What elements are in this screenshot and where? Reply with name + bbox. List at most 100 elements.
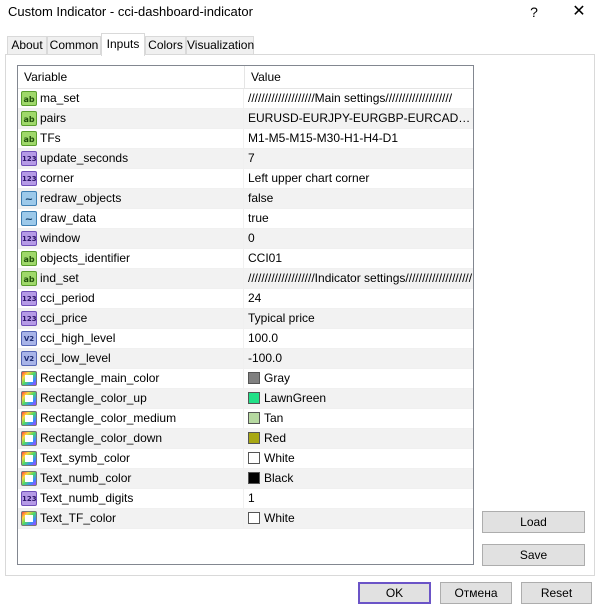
value-text: 24 <box>248 291 262 305</box>
value-text: 100.0 <box>248 331 279 345</box>
string-type-icon: ab <box>21 111 37 126</box>
value-text: ////////////////////Main settings///////… <box>248 91 453 105</box>
color-swatch[interactable] <box>248 392 260 404</box>
tab-common[interactable]: Common <box>47 36 101 55</box>
variable-name: redraw_objects <box>40 191 122 205</box>
value-cell[interactable]: White <box>245 449 473 469</box>
integer-type-icon: 123 <box>21 291 37 306</box>
grid-row[interactable]: ab TFs M1-M5-M15-M30-H1-H4-D1 <box>18 129 473 149</box>
color-swatch[interactable] <box>248 452 260 464</box>
value-cell[interactable]: 24 <box>245 289 473 309</box>
color-swatch[interactable] <box>248 472 260 484</box>
grid-row[interactable]: V2 cci_high_level 100.0 <box>18 329 473 349</box>
load-button[interactable]: Load <box>482 511 585 533</box>
value-cell[interactable]: Gray <box>245 369 473 389</box>
variable-cell: 123 cci_price <box>18 309 244 329</box>
integer-type-icon: 123 <box>21 311 37 326</box>
value-text: White <box>264 451 295 465</box>
grid-row[interactable]: 123 corner Left upper chart corner <box>18 169 473 189</box>
variable-name: cci_period <box>40 291 95 305</box>
value-text: Tan <box>264 411 284 425</box>
grid-row[interactable]: ~ draw_data true <box>18 209 473 229</box>
close-icon[interactable]: ✕ <box>559 0 599 24</box>
grid-row[interactable]: Text_TF_color White <box>18 509 473 529</box>
value-cell[interactable]: 7 <box>245 149 473 169</box>
color-swatch[interactable] <box>248 512 260 524</box>
inputs-grid: Variable Value ab ma_set /////////////////… <box>17 65 474 565</box>
column-header-variable[interactable]: Variable <box>18 66 244 88</box>
value-text: EURUSD-EURJPY-EURGBP-EURCAD-EURAUD <box>248 111 473 125</box>
variable-name: Rectangle_main_color <box>40 371 160 385</box>
value-cell[interactable]: M1-M5-M15-M30-H1-H4-D1 <box>245 129 473 149</box>
grid-row[interactable]: Text_symb_color White <box>18 449 473 469</box>
value-cell[interactable]: true <box>245 209 473 229</box>
tab-colors[interactable]: Colors <box>145 36 186 55</box>
color-type-icon <box>21 431 37 446</box>
title-bar: Custom Indicator - cci-dashboard-indicat… <box>0 0 599 24</box>
save-button[interactable]: Save <box>482 544 585 566</box>
variable-name: cci_price <box>40 311 88 325</box>
variable-cell: Rectangle_main_color <box>18 369 244 389</box>
value-cell[interactable]: ////////////////////Indicator settings//… <box>245 269 473 289</box>
tab-visualization[interactable]: Visualization <box>186 36 254 55</box>
grid-row[interactable]: ~ redraw_objects false <box>18 189 473 209</box>
grid-row[interactable]: Rectangle_color_medium Tan <box>18 409 473 429</box>
variable-cell: ab ma_set <box>18 89 244 109</box>
value-cell[interactable]: LawnGreen <box>245 389 473 409</box>
variable-name: objects_identifier <box>40 251 131 265</box>
variable-cell: Rectangle_color_down <box>18 429 244 449</box>
value-cell[interactable]: 1 <box>245 489 473 509</box>
variable-cell: Rectangle_color_medium <box>18 409 244 429</box>
string-type-icon: ab <box>21 131 37 146</box>
value-cell[interactable]: Red <box>245 429 473 449</box>
grid-row[interactable]: Rectangle_main_color Gray <box>18 369 473 389</box>
grid-row[interactable]: V2 cci_low_level -100.0 <box>18 349 473 369</box>
grid-row[interactable]: ab objects_identifier CCI01 <box>18 249 473 269</box>
color-type-icon <box>21 371 37 386</box>
grid-row[interactable]: 123 update_seconds 7 <box>18 149 473 169</box>
double-type-icon: V2 <box>21 331 37 346</box>
help-icon[interactable]: ? <box>514 0 554 24</box>
variable-cell: 123 corner <box>18 169 244 189</box>
value-cell[interactable]: CCI01 <box>245 249 473 269</box>
value-cell[interactable]: White <box>245 509 473 529</box>
value-text: Gray <box>264 371 291 385</box>
variable-name: Rectangle_color_up <box>40 391 147 405</box>
value-cell[interactable]: EURUSD-EURJPY-EURGBP-EURCAD-EURAUD <box>245 109 473 129</box>
ok-button[interactable]: OK <box>358 582 431 604</box>
grid-row[interactable]: 123 window 0 <box>18 229 473 249</box>
tab-inputs[interactable]: Inputs <box>101 33 145 56</box>
cancel-button[interactable]: Отмена <box>440 582 512 604</box>
grid-row[interactable]: Rectangle_color_up LawnGreen <box>18 389 473 409</box>
value-cell[interactable]: 0 <box>245 229 473 249</box>
color-swatch[interactable] <box>248 372 260 384</box>
grid-rows: ab ma_set ////////////////////Main setting… <box>18 89 473 529</box>
value-text: 0 <box>248 231 255 245</box>
grid-row[interactable]: 123 cci_price Typical price <box>18 309 473 329</box>
tab-about[interactable]: About <box>7 36 47 55</box>
color-swatch[interactable] <box>248 432 260 444</box>
grid-row[interactable]: ab ind_set ////////////////////Indicator s… <box>18 269 473 289</box>
value-cell[interactable]: -100.0 <box>245 349 473 369</box>
value-cell[interactable]: false <box>245 189 473 209</box>
grid-row[interactable]: 123 cci_period 24 <box>18 289 473 309</box>
value-cell[interactable]: Black <box>245 469 473 489</box>
reset-button[interactable]: Reset <box>521 582 592 604</box>
boolean-type-icon: ~ <box>21 191 37 206</box>
value-text: -100.0 <box>248 351 283 365</box>
grid-row[interactable]: abpairs EURUSD-EURJPY-EURGBP-EURCAD-EURAU… <box>18 109 473 129</box>
variable-cell: ab pairs <box>18 109 244 129</box>
color-swatch[interactable] <box>248 412 260 424</box>
grid-row[interactable]: Rectangle_color_down Red <box>18 429 473 449</box>
value-cell[interactable]: Tan <box>245 409 473 429</box>
value-cell[interactable]: 100.0 <box>245 329 473 349</box>
grid-row[interactable]: ab ma_set ////////////////////Main setting… <box>18 89 473 109</box>
value-text: M1-M5-M15-M30-H1-H4-D1 <box>248 131 399 145</box>
value-cell[interactable]: ////////////////////Main settings///////… <box>245 89 473 109</box>
column-header-value[interactable]: Value <box>245 66 473 88</box>
value-cell[interactable]: Typical price <box>245 309 473 329</box>
variable-cell: ~ redraw_objects <box>18 189 244 209</box>
grid-row[interactable]: Text_numb_color Black <box>18 469 473 489</box>
grid-row[interactable]: 123 Text_numb_digits 1 <box>18 489 473 509</box>
value-cell[interactable]: Left upper chart corner <box>245 169 473 189</box>
